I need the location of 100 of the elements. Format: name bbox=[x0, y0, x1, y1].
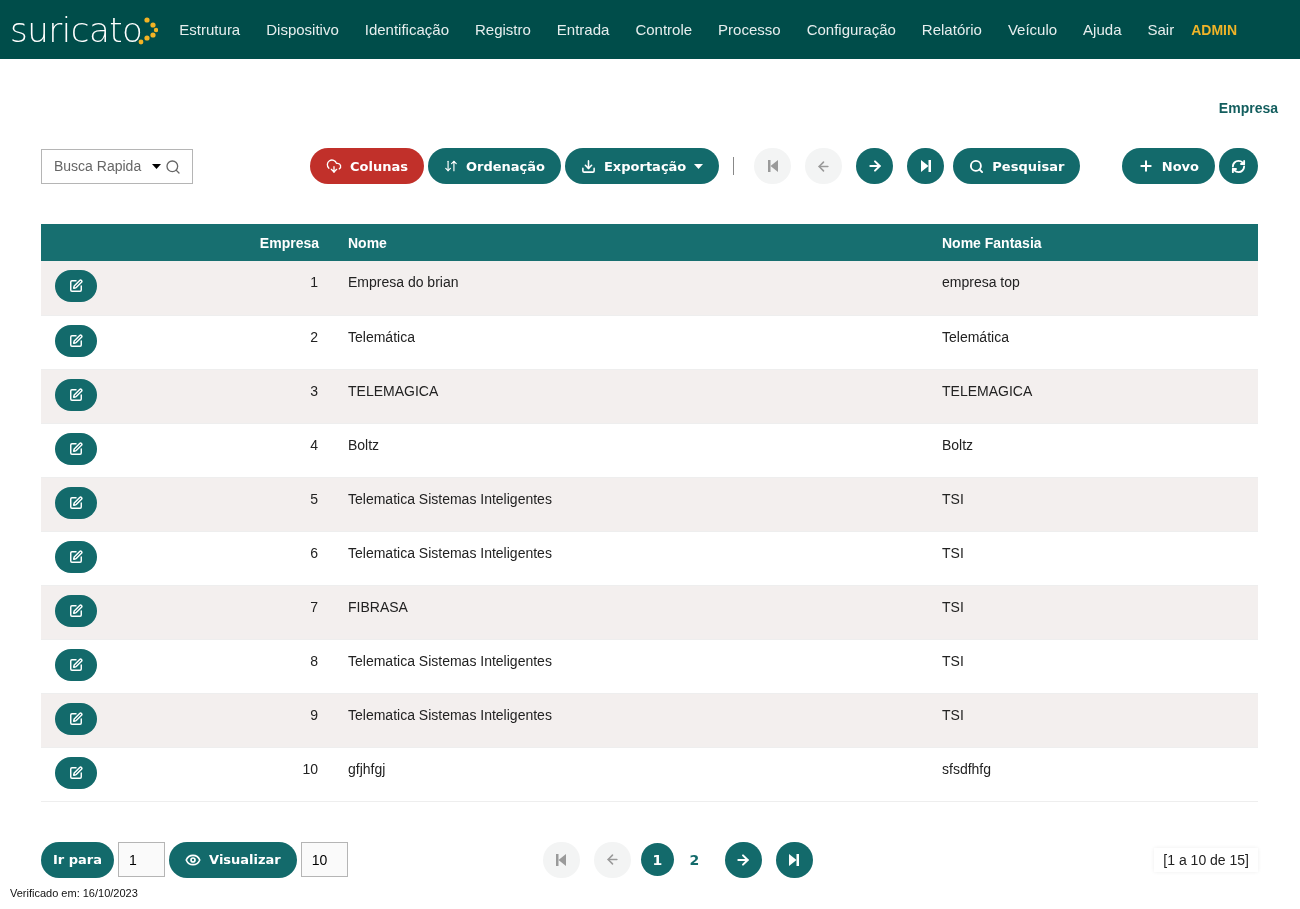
skip-last-icon bbox=[789, 853, 800, 866]
page-number-field[interactable]: 1 bbox=[118, 842, 166, 877]
edit-button[interactable] bbox=[55, 270, 97, 302]
table-cell: 4 bbox=[121, 423, 319, 477]
page-number-button[interactable]: 1 bbox=[640, 843, 674, 876]
plus-icon bbox=[1137, 158, 1154, 174]
edit-button[interactable] bbox=[55, 648, 97, 681]
table-cell: Telematica Sistemas Inteligentes bbox=[319, 477, 913, 531]
menu-item[interactable]: Processo bbox=[707, 21, 792, 38]
table-cell: TSI bbox=[913, 693, 1258, 747]
table-cell: 8 bbox=[121, 639, 319, 693]
edit-button[interactable] bbox=[55, 378, 97, 411]
skip-last-icon bbox=[920, 160, 931, 172]
table-cell: gfjhfgj bbox=[319, 747, 913, 801]
table-cell: 7 bbox=[121, 585, 319, 639]
edit-button[interactable] bbox=[55, 432, 97, 465]
page-size-field[interactable]: 10 bbox=[300, 842, 348, 877]
edit-button[interactable] bbox=[55, 702, 97, 735]
menu-item[interactable]: Estrutura bbox=[168, 21, 252, 38]
last-page-button[interactable] bbox=[775, 841, 813, 878]
table-cell: TSI bbox=[913, 477, 1258, 531]
edit-button[interactable] bbox=[55, 324, 97, 357]
cloud-download-icon bbox=[326, 158, 342, 174]
table-cell: Boltz bbox=[319, 423, 913, 477]
refresh-icon bbox=[1231, 158, 1246, 174]
quick-search-field[interactable]: Busca Rapida bbox=[41, 148, 193, 184]
menu-item[interactable]: Registro bbox=[464, 21, 542, 38]
table-cell: 9 bbox=[121, 693, 319, 747]
search-button[interactable]: Pesquisar bbox=[953, 148, 1081, 184]
table-cell: Telematica Sistemas Inteligentes bbox=[319, 693, 913, 747]
edit-icon bbox=[69, 333, 83, 348]
header-cell: Nome bbox=[319, 224, 913, 261]
table-cell: TSI bbox=[913, 639, 1258, 693]
menu-item[interactable]: Relatório bbox=[910, 21, 993, 38]
menu-item[interactable]: Entrada bbox=[545, 21, 621, 38]
caret-icon bbox=[694, 163, 704, 169]
table-cell: FIBRASA bbox=[319, 585, 913, 639]
page-number-button[interactable]: 2 bbox=[677, 843, 711, 876]
edit-icon bbox=[69, 441, 83, 456]
table-cell: TSI bbox=[913, 531, 1258, 585]
page-title: Empresa bbox=[1218, 100, 1278, 116]
menu-item[interactable]: Sair bbox=[1136, 21, 1186, 38]
edit-button[interactable] bbox=[55, 594, 97, 627]
header-cell: Nome Fantasia bbox=[913, 224, 1258, 261]
view-button[interactable]: Visualizar bbox=[169, 841, 297, 878]
edit-icon bbox=[69, 495, 83, 510]
new-button[interactable]: Novo bbox=[1121, 148, 1215, 184]
last-page-button[interactable] bbox=[907, 148, 945, 184]
edit-button[interactable] bbox=[55, 756, 97, 789]
header-cell: Empresa bbox=[121, 224, 319, 261]
search-icon bbox=[969, 158, 985, 174]
columns-button[interactable]: Colunas bbox=[310, 148, 424, 184]
edit-icon bbox=[69, 711, 83, 726]
skip-first-icon bbox=[767, 160, 778, 172]
edit-icon bbox=[69, 549, 83, 564]
user-name[interactable]: ADMIN bbox=[1191, 21, 1238, 38]
menu-item[interactable]: Configuração bbox=[795, 21, 907, 38]
sort-icon bbox=[443, 159, 458, 173]
go-to-button[interactable]: Ir para bbox=[41, 841, 115, 878]
table-cell: Boltz bbox=[913, 423, 1258, 477]
menu-item[interactable]: Identificação bbox=[353, 21, 460, 38]
menu-item[interactable]: Dispositivo bbox=[255, 21, 350, 38]
table-cell: Telematica Sistemas Inteligentes bbox=[319, 639, 913, 693]
table-cell: TSI bbox=[913, 585, 1258, 639]
edit-icon bbox=[69, 603, 83, 618]
search-icon bbox=[165, 158, 181, 175]
brand-logo-text: suricato bbox=[10, 12, 143, 47]
next-page-button[interactable] bbox=[724, 841, 762, 878]
edit-icon bbox=[69, 279, 83, 293]
table-cell: sfsdfhfg bbox=[913, 747, 1258, 801]
export-button[interactable]: Exportação bbox=[565, 148, 720, 184]
table-cell: Telemática bbox=[913, 315, 1258, 369]
edit-icon bbox=[69, 387, 83, 402]
menu-item[interactable]: Ajuda bbox=[1072, 21, 1133, 38]
table-cell: TELEMAGICA bbox=[913, 369, 1258, 423]
table-cell: 5 bbox=[121, 477, 319, 531]
table-cell: TELEMAGICA bbox=[319, 369, 913, 423]
skip-first-icon bbox=[556, 853, 567, 866]
download-icon bbox=[581, 158, 596, 174]
menu-item[interactable]: Controle bbox=[624, 21, 704, 38]
record-count: [1 a 10 de 15] bbox=[1154, 847, 1258, 872]
edit-icon bbox=[69, 765, 83, 780]
table-cell: 10 bbox=[121, 747, 319, 801]
refresh-button[interactable] bbox=[1219, 148, 1258, 184]
table-cell: Telematica Sistemas Inteligentes bbox=[319, 531, 913, 585]
table-cell: Empresa do brian bbox=[319, 261, 913, 315]
edit-icon bbox=[69, 657, 83, 672]
table-cell: 3 bbox=[121, 369, 319, 423]
edit-button[interactable] bbox=[55, 486, 97, 519]
table-cell: 1 bbox=[121, 261, 319, 315]
table-cell: 6 bbox=[121, 531, 319, 585]
menu-item[interactable]: Veículo bbox=[996, 21, 1069, 38]
caret-icon bbox=[152, 164, 161, 169]
edit-button[interactable] bbox=[55, 540, 97, 573]
sort-button[interactable]: Ordenação bbox=[427, 148, 561, 184]
next-page-button[interactable] bbox=[856, 148, 894, 184]
table-cell: Telemática bbox=[319, 315, 913, 369]
table-cell: empresa top bbox=[913, 261, 1258, 315]
table-cell: 2 bbox=[121, 315, 319, 369]
verified-date: Verificado em: 16/10/2023 bbox=[9, 885, 139, 899]
